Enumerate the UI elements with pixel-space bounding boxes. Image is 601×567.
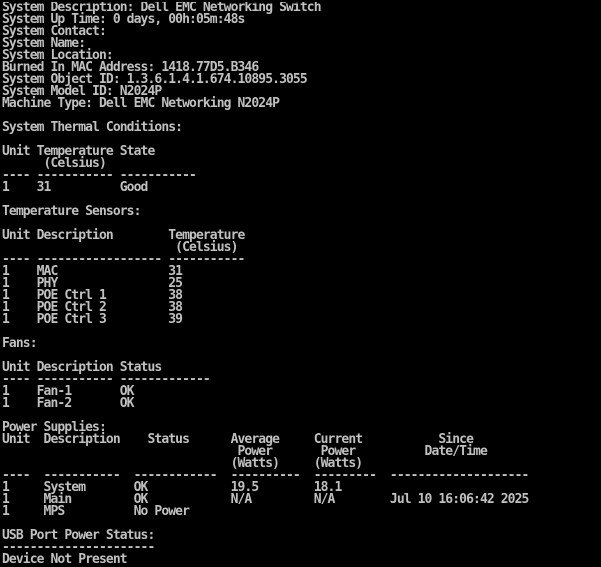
terminal-line: 1 MPS No Power xyxy=(2,504,190,519)
terminal-line: 1 31 Good xyxy=(2,180,148,195)
terminal-line: System Thermal Conditions: xyxy=(2,120,183,135)
terminal-output: System Description: Dell EMC Networking … xyxy=(2,2,601,567)
terminal-line: Temperature Sensors: xyxy=(2,204,141,219)
terminal-line: System Contact: xyxy=(2,24,107,39)
terminal-line: Machine Type: Dell EMC Networking N2024P xyxy=(2,96,280,111)
terminal-line: 1 POE Ctrl 3 39 xyxy=(2,312,183,327)
terminal-line: Device Not Present xyxy=(2,552,128,567)
terminal-line: 1 Fan-2 OK xyxy=(2,396,135,411)
terminal-line: Fans: xyxy=(2,336,38,351)
